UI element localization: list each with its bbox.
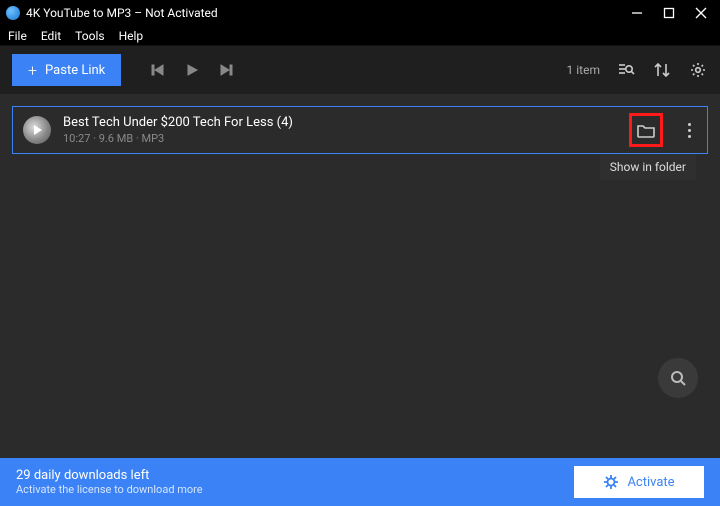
minimize-button[interactable] [630,6,644,20]
activate-button[interactable]: Activate [574,466,704,498]
toolbar-right: 1 item [567,60,708,80]
more-icon [688,123,691,138]
content-area: Best Tech Under $200 Tech For Less (4) 1… [0,94,720,458]
activate-icon [603,474,619,490]
show-in-folder-button[interactable] [635,119,657,141]
close-button[interactable] [694,6,708,20]
transport-controls [149,61,235,79]
prev-button[interactable] [149,61,167,79]
activate-label: Activate [627,475,674,490]
footer-text: 29 daily downloads left Activate the lic… [16,468,574,496]
window-controls [630,6,718,20]
item-meta: 10:27 · 9.6 MB · MP3 [63,132,617,145]
search-fab[interactable] [658,358,698,398]
app-icon [6,6,20,20]
paste-link-button[interactable]: + Paste Link [12,54,121,86]
sort-icon[interactable] [652,60,672,80]
play-button[interactable] [183,61,201,79]
footer-sub: Activate the license to download more [16,483,574,496]
item-thumbnail[interactable] [23,116,51,144]
list-search-icon[interactable] [616,60,636,80]
titlebar: 4K YouTube to MP3 – Not Activated [0,0,720,26]
settings-icon[interactable] [688,60,708,80]
folder-icon [636,120,656,140]
item-text: Best Tech Under $200 Tech For Less (4) 1… [63,115,617,145]
more-options-button[interactable] [681,116,697,144]
toolbar: + Paste Link 1 item [0,46,720,94]
maximize-button[interactable] [662,6,676,20]
folder-highlight [629,113,663,147]
next-button[interactable] [217,61,235,79]
menu-help[interactable]: Help [113,28,150,44]
window-title: 4K YouTube to MP3 – Not Activated [26,6,630,20]
item-count: 1 item [567,63,600,77]
footer-title: 29 daily downloads left [16,468,574,483]
menu-file[interactable]: File [2,28,33,44]
tooltip-show-in-folder: Show in folder [600,154,696,180]
menu-edit[interactable]: Edit [35,28,67,44]
menu-tools[interactable]: Tools [69,28,110,44]
activation-footer: 29 daily downloads left Activate the lic… [0,458,720,506]
search-icon [669,369,687,387]
paste-link-label: Paste Link [45,63,105,78]
download-item[interactable]: Best Tech Under $200 Tech For Less (4) 1… [12,106,708,154]
plus-icon: + [28,61,37,80]
menubar: File Edit Tools Help [0,26,720,46]
item-title: Best Tech Under $200 Tech For Less (4) [63,115,617,130]
